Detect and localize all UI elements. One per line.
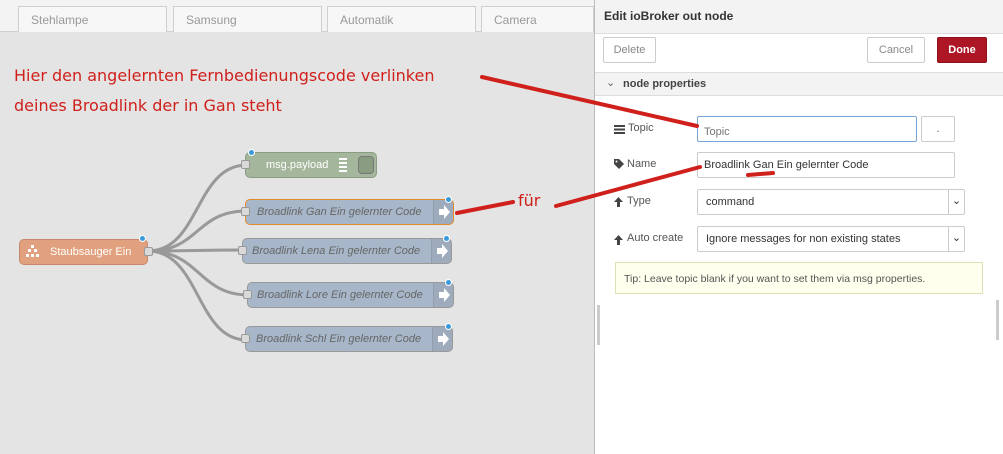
out-node-lena[interactable]: Broadlink Lena Ein gelernter Code (238, 238, 452, 264)
input-port[interactable] (238, 246, 247, 255)
chevron-down-icon: ⌄ (948, 190, 964, 214)
inject-node-label: Staubsauger Ein (50, 246, 132, 258)
input-port[interactable] (243, 290, 252, 299)
wire (147, 249, 248, 342)
tag-icon (614, 158, 624, 172)
tip-box: Tip: Leave topic blank if you want to se… (615, 262, 983, 294)
out-node-icon-area (433, 200, 453, 224)
output-port[interactable] (144, 247, 153, 256)
autocreate-select[interactable]: Ignore messages for non existing states … (697, 226, 965, 252)
changed-indicator-icon (445, 279, 452, 286)
debug-list-icon (336, 157, 350, 176)
done-button[interactable]: Done (937, 37, 987, 63)
topic-browse-button[interactable]: . (921, 116, 955, 142)
debug-node-label: msg.payload (266, 159, 329, 171)
autocreate-selected-value: Ignore messages for non existing states (706, 233, 901, 245)
inject-icon (26, 245, 40, 259)
arrow-right-icon (437, 244, 448, 258)
arrow-right-icon (439, 288, 450, 302)
input-port[interactable] (241, 207, 250, 216)
list-icon (614, 123, 625, 137)
out-node-icon-area (433, 283, 453, 307)
out-node-label: Broadlink Lena Ein gelernter Code (252, 245, 421, 257)
debug-node[interactable]: msg.payload (241, 152, 377, 178)
edit-tray: Edit ioBroker out node Delete Cancel Don… (594, 0, 1003, 454)
tray-title: Edit ioBroker out node (595, 0, 1003, 34)
out-node-gan[interactable]: Broadlink Gan Ein gelernter Code (241, 199, 454, 225)
section-header-node-properties[interactable]: ⌄ node properties (595, 72, 1003, 96)
input-port[interactable] (241, 160, 250, 169)
arrow-right-icon (439, 205, 450, 219)
arrow-right-icon (438, 332, 449, 346)
out-node-icon-area (431, 239, 451, 263)
changed-indicator-icon (445, 196, 452, 203)
out-node-label: Broadlink Lore Ein gelernter Code (257, 289, 423, 301)
scrollbar[interactable] (996, 300, 999, 340)
out-node-label: Broadlink Schl Ein gelernter Code (256, 333, 422, 345)
type-selected-value: command (706, 196, 755, 208)
autocreate-label: Auto create (627, 232, 684, 244)
arrow-up-icon (614, 196, 623, 210)
inject-node[interactable]: Staubsauger Ein (19, 239, 153, 265)
wire (147, 209, 248, 253)
name-input[interactable]: Broadlink Gan Ein gelernter Code (697, 152, 955, 178)
type-select[interactable]: command ⌄ (697, 189, 965, 215)
delete-button[interactable]: Delete (603, 37, 656, 63)
out-node-schl[interactable]: Broadlink Schl Ein gelernter Code (241, 326, 453, 352)
wire (147, 163, 248, 253)
type-label: Type (627, 195, 651, 207)
changed-indicator-icon (139, 235, 146, 242)
wire (147, 249, 250, 297)
name-label: Name (627, 158, 657, 170)
out-node-lore[interactable]: Broadlink Lore Ein gelernter Code (243, 282, 454, 308)
debug-toggle-button[interactable] (358, 156, 374, 174)
arrow-up-icon (614, 234, 623, 248)
chevron-down-icon: ⌄ (606, 77, 616, 89)
changed-indicator-icon (445, 323, 452, 330)
flow-wires (147, 163, 250, 342)
chevron-down-icon: ⌄ (948, 227, 964, 251)
section-label: node properties (623, 78, 707, 90)
out-node-label: Broadlink Gan Ein gelernter Code (257, 206, 422, 218)
input-port[interactable] (241, 334, 250, 343)
flow-canvas[interactable]: Stehlampe Samsung Automatik Camera Hier … (0, 0, 594, 454)
out-node-icon-area (432, 327, 452, 351)
cancel-button[interactable]: Cancel (867, 37, 925, 63)
changed-indicator-icon (443, 235, 450, 242)
resize-handle[interactable] (597, 305, 600, 345)
topic-label: Topic (628, 122, 654, 134)
changed-indicator-icon (248, 149, 255, 156)
topic-input[interactable] (697, 116, 917, 142)
